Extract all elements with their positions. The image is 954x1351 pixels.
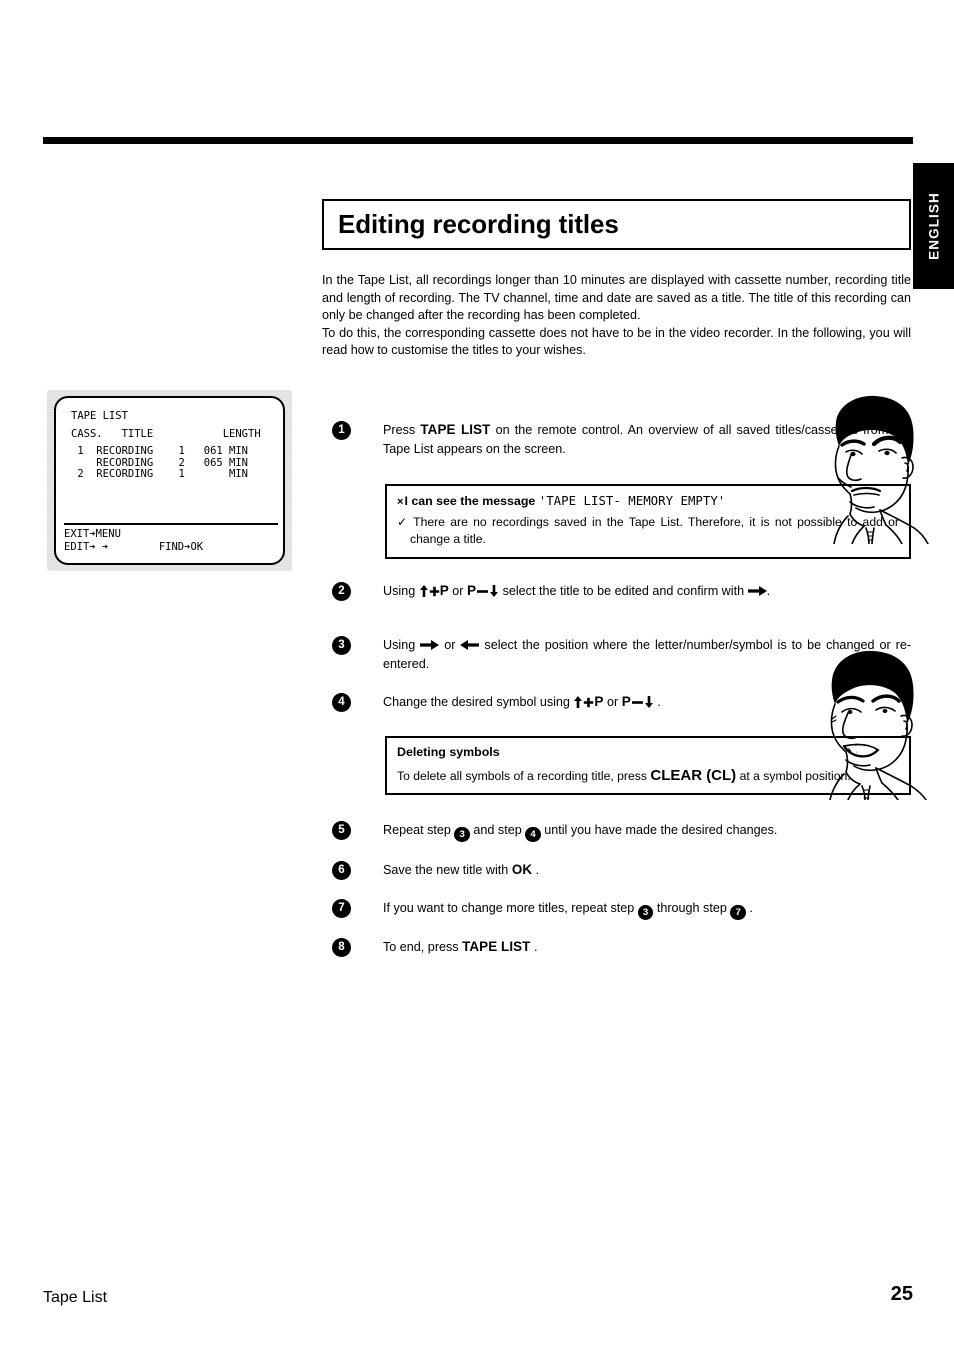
step-7-t2: through step	[656, 901, 727, 915]
osd-footer-edit: EDIT➔ ➔	[64, 540, 109, 553]
step-2-text-after: select the title to be edited and confir…	[502, 584, 745, 598]
minus-icon	[631, 701, 643, 704]
info-box-question-line: ×I can see the message 'TAPE LIST- MEMOR…	[397, 492, 899, 512]
step-6-text: Save the new title with OK .	[383, 861, 911, 880]
info-box-answer-line: ✓ There are no recordings saved in the Ta…	[397, 514, 899, 549]
step-4-period: .	[657, 695, 661, 709]
step-3-text: Using or select the position where the l…	[383, 636, 911, 673]
step-2-period: .	[766, 584, 771, 598]
step-3-bullet: 3	[332, 636, 351, 655]
arrow-right-icon	[747, 586, 767, 596]
step-5-ref-step-3: 3	[454, 826, 470, 842]
page-title: Editing recording titles	[338, 208, 619, 239]
info-box-quoted-message: 'TAPE LIST- MEMORY EMPTY'	[538, 493, 726, 508]
language-tab: ENGLISH	[913, 163, 954, 289]
step-8-t2: .	[533, 940, 538, 954]
osd-row-3: 2 RECORDING 1 MIN	[71, 468, 249, 480]
arrow-down-icon	[490, 585, 499, 597]
step-5-t2: and step	[473, 823, 522, 837]
step-4-key-p-down: P	[622, 694, 658, 709]
info-box-deleting-symbols: Deleting symbols To delete all symbols o…	[385, 736, 911, 795]
step-4-text: Change the desired symbol using P or P .	[383, 693, 911, 712]
osd-footer-find: FIND➔OK	[158, 540, 204, 553]
step-5-text: Repeat step 3 and step 4 until you have …	[383, 821, 911, 842]
step-2-bullet: 2	[332, 582, 351, 601]
step-1-bullet: 1	[332, 421, 351, 440]
step-8-key: TAPE LIST	[462, 939, 531, 954]
step-4-key-up-p: P	[573, 694, 607, 709]
step-4-text-before: Change the desired symbol using	[383, 695, 570, 709]
step-4-bullet: 4	[332, 693, 351, 712]
osd-footer-exit: EXIT➔MENU	[64, 528, 121, 540]
step-7-bullet: 7	[332, 899, 351, 918]
step-8-bullet: 8	[332, 938, 351, 957]
osd-row-2: RECORDING 2 065 MIN	[71, 456, 249, 469]
osd-separator	[64, 523, 278, 525]
intro-paragraph-1: In the Tape List, all recordings longer …	[322, 273, 911, 323]
step-8-text: To end, press TAPE LIST .	[383, 938, 911, 957]
minus-icon	[477, 590, 489, 593]
info-box-deleting-heading: Deleting symbols	[397, 745, 500, 759]
arrow-left-icon	[460, 640, 480, 650]
page-title-box: Editing recording titles	[322, 199, 911, 250]
step-6-bullet: 6	[332, 861, 351, 880]
step-5-ref-step-4: 4	[525, 826, 541, 842]
tv-screen-inner: TAPE LIST CASS. TITLE LENGTH 1 RECORDING …	[54, 396, 285, 565]
arrow-up-icon	[419, 585, 428, 597]
info-box-memory-empty: ×I can see the message 'TAPE LIST- MEMOR…	[385, 484, 911, 559]
arrow-right-icon	[420, 640, 440, 650]
osd-row-1: 1 RECORDING 1 061 MIN	[71, 445, 249, 457]
info-box-deleting-body: To delete all symbols of a recording tit…	[397, 767, 899, 786]
step-5-t3: until you have made the desired changes.	[544, 823, 778, 837]
osd-columns: CASS. TITLE LENGTH	[71, 427, 261, 440]
step-4-or: or	[607, 695, 619, 709]
arrow-down-icon	[644, 696, 653, 708]
step-6-t1: Save the new title with	[383, 863, 509, 877]
intro-paragraph-2: To do this, the corresponding cassette d…	[322, 325, 911, 358]
step-2-key-up-p: P	[419, 583, 453, 598]
step-2-confirm-key	[747, 584, 767, 598]
header-rule	[43, 137, 913, 144]
step-7-t1: If you want to change more titles, repea…	[383, 901, 635, 915]
intro-text: In the Tape List, all recordings longer …	[322, 272, 911, 360]
step-7-ref-step-3: 3	[637, 904, 654, 920]
plus-icon	[584, 697, 594, 708]
tv-screen-illustration: TAPE LIST CASS. TITLE LENGTH 1 RECORDING …	[47, 390, 292, 571]
plus-icon	[429, 586, 439, 597]
step-2-using: Using	[383, 584, 416, 598]
step-8-t1: To end, press	[383, 940, 459, 954]
step-3-key-left	[460, 638, 480, 652]
step-7-ref-step-7: 7	[730, 904, 746, 920]
step-2-text: Using P or P select the title to be edit…	[383, 582, 911, 601]
info-box-deleting-text-before: To delete all symbols of a recording tit…	[397, 768, 647, 783]
osd-footer: EXIT➔MENU EDIT➔ ➔ FIND➔OK	[64, 528, 203, 553]
info-box-answer-text: There are no recordings saved in the Tap…	[410, 514, 899, 547]
footer-section-label: Tape List	[43, 1289, 108, 1306]
step-3-using: Using	[383, 638, 416, 652]
step-7-text: If you want to change more titles, repea…	[383, 899, 911, 920]
step-6-key: OK	[511, 862, 533, 877]
step-6-t2: .	[535, 863, 540, 877]
step-7-t3: .	[749, 901, 753, 915]
info-box-deleting-key: CLEAR (CL)	[650, 766, 737, 784]
step-5-t1: Repeat step	[383, 823, 451, 837]
info-box-deleting-text-after: at a symbol position.	[739, 768, 851, 783]
step-1-key: TAPE LIST	[420, 422, 491, 437]
language-tab-label: ENGLISH	[926, 192, 941, 260]
arrow-up-icon	[574, 696, 583, 708]
info-box-question-text: I can see the message	[404, 494, 536, 508]
page-number: 25	[890, 1283, 913, 1305]
step-5-bullet: 5	[332, 821, 351, 840]
osd-title: TAPE LIST	[71, 410, 128, 422]
step-3-key-right	[420, 638, 440, 652]
step-2-key-p-down: P	[467, 583, 503, 598]
step-1-text-before: Press	[383, 423, 416, 437]
step-3-or: or	[444, 638, 456, 652]
check-icon: ✓	[397, 514, 410, 529]
step-2-or: or	[452, 584, 464, 598]
step-1-text: Press TAPE LIST on the remote control. A…	[383, 421, 911, 458]
